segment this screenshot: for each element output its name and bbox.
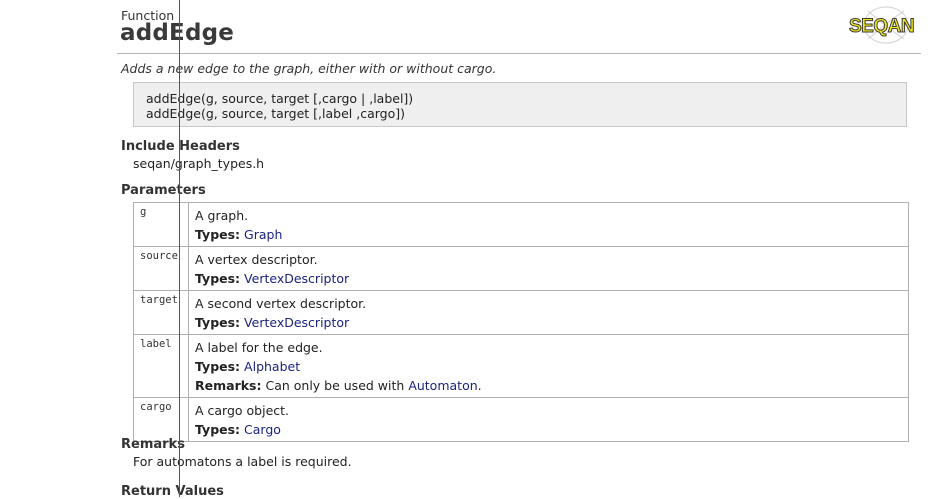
- logo-text: SEQAN: [849, 16, 914, 37]
- parameters-table: g A graph. Types: Graph source A vertex …: [133, 202, 909, 442]
- table-row: label A label for the edge. Types: Alpha…: [133, 334, 909, 398]
- param-name: cargo: [133, 397, 180, 442]
- param-name: label: [133, 334, 180, 398]
- param-description: A graph.: [195, 208, 249, 223]
- header-divider: [117, 53, 921, 54]
- types-label: Types:: [195, 315, 241, 330]
- table-row: g A graph. Types: Graph: [133, 202, 909, 247]
- seqan-logo[interactable]: SEQAN: [846, 5, 920, 45]
- types-label: Types:: [195, 271, 241, 286]
- type-link-graph[interactable]: Graph: [244, 227, 282, 242]
- remarks-label: Remarks:: [195, 378, 262, 393]
- signature-line: addEdge(g, source, target [,label ,cargo…: [146, 106, 405, 121]
- param-description: A second vertex descriptor.: [195, 296, 367, 311]
- include-headers-heading: Include Headers: [121, 139, 240, 154]
- automaton-link[interactable]: Automaton: [408, 378, 477, 393]
- remark-end: .: [477, 378, 482, 393]
- table-row: source A vertex descriptor. Types: Verte…: [133, 246, 909, 291]
- vertical-guide-line: [179, 0, 180, 497]
- signature-line: addEdge(g, source, target [,cargo | ,lab…: [146, 91, 414, 106]
- remarks-heading: Remarks: [121, 437, 185, 452]
- param-name: source: [133, 246, 180, 291]
- remark-text: Can only be used with: [265, 378, 405, 393]
- param-name: g: [133, 202, 180, 247]
- type-link-vertexdescriptor[interactable]: VertexDescriptor: [244, 315, 349, 330]
- types-label: Types:: [195, 359, 241, 374]
- table-row: target A second vertex descriptor. Types…: [133, 290, 909, 335]
- signature-box: addEdge(g, source, target [,cargo | ,lab…: [133, 82, 907, 127]
- type-link-vertexdescriptor[interactable]: VertexDescriptor: [244, 271, 349, 286]
- type-link-cargo[interactable]: Cargo: [244, 422, 281, 437]
- page-title: addEdge: [120, 20, 235, 46]
- param-name: target: [133, 290, 180, 335]
- type-link-alphabet[interactable]: Alphabet: [244, 359, 300, 374]
- parameters-heading: Parameters: [121, 183, 206, 198]
- types-label: Types:: [195, 422, 241, 437]
- param-description: A vertex descriptor.: [195, 252, 318, 267]
- include-file: seqan/graph_types.h: [133, 156, 265, 171]
- param-description: A label for the edge.: [195, 340, 323, 355]
- param-description: A cargo object.: [195, 403, 290, 418]
- table-row: cargo A cargo object. Types: Cargo: [133, 397, 909, 442]
- summary-text: Adds a new edge to the graph, either wit…: [121, 61, 497, 76]
- remarks-text: For automatons a label is required.: [133, 454, 352, 469]
- types-label: Types:: [195, 227, 241, 242]
